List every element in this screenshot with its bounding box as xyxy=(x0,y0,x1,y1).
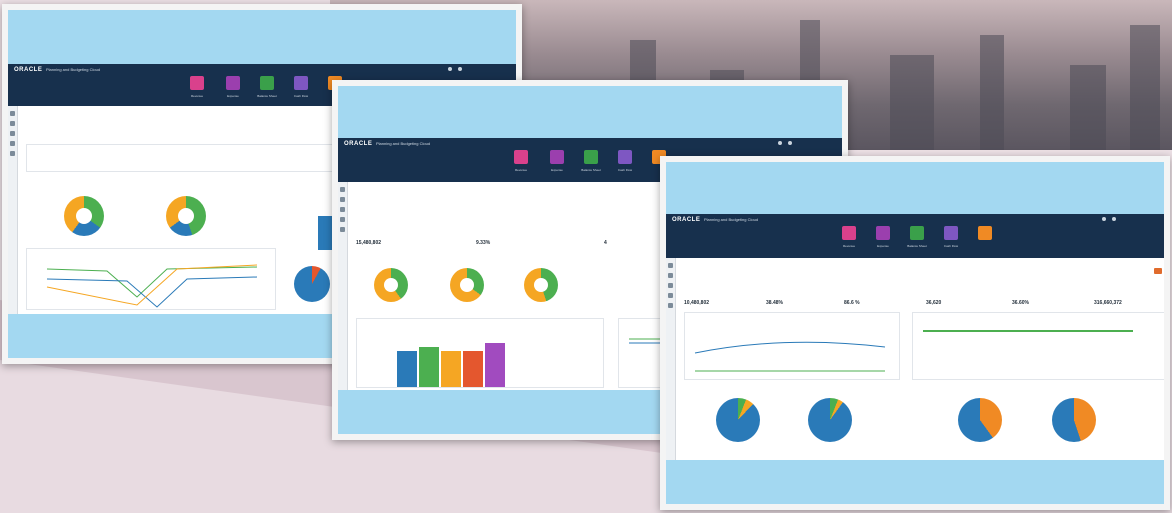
dashboard-content: 10,480,802 38.48% 86.6 % 36,620 36.60% 3… xyxy=(676,258,1164,460)
pie-chart-3 xyxy=(958,398,1002,442)
user-icon[interactable] xyxy=(458,67,462,71)
card-label-cash-flow: Cash Flow xyxy=(617,168,633,172)
pie-chart-3 xyxy=(294,266,330,302)
brand-logo: ORACLE xyxy=(14,67,43,73)
bar-5 xyxy=(485,343,505,387)
card-label-revenue: Revenue xyxy=(842,244,855,248)
pie-chart-2 xyxy=(808,398,852,442)
home-icon[interactable] xyxy=(778,141,782,145)
card-label-revenue: Revenue xyxy=(514,168,527,172)
top-band xyxy=(666,162,1164,214)
kpi-value-4: 36,620 xyxy=(926,300,942,306)
kpi-value-1: 10,480,802 xyxy=(684,300,710,306)
brand-logo: ORACLE xyxy=(672,217,701,223)
card-balance-sheet[interactable] xyxy=(584,150,598,164)
card-label-balance-sheet: Balance Sheet xyxy=(581,168,601,172)
kpi-value-1: 15,480,802 xyxy=(356,240,382,246)
card-label-expense: Expense xyxy=(877,244,889,248)
kpi-value-2: 38.48% xyxy=(766,300,783,306)
card-reports[interactable] xyxy=(978,226,992,240)
product-name: Planning and Budgeting Cloud xyxy=(46,67,101,72)
bottom-band xyxy=(666,460,1164,504)
product-name: Planning and Budgeting Cloud xyxy=(376,141,431,146)
card-cash-flow[interactable] xyxy=(294,76,308,90)
pie-chart-2 xyxy=(450,268,484,302)
top-band xyxy=(338,86,842,138)
user-icon[interactable] xyxy=(1112,217,1116,221)
kpi-value-6: 316,660,372 xyxy=(1094,300,1122,306)
trend-chart xyxy=(26,248,276,310)
left-rail xyxy=(338,182,348,390)
home-icon[interactable] xyxy=(448,67,452,71)
card-label-expense: Expense xyxy=(551,168,563,172)
pie-chart-1 xyxy=(716,398,760,442)
pie-chart-2 xyxy=(166,196,206,236)
card-label-cash-flow: Cash Flow xyxy=(943,244,959,248)
user-icon[interactable] xyxy=(788,141,792,145)
card-revenue[interactable] xyxy=(514,150,528,164)
bar-3 xyxy=(441,351,461,387)
card-label-revenue: Revenue xyxy=(190,94,203,98)
actions-button[interactable] xyxy=(1154,268,1162,274)
top-band xyxy=(8,10,516,64)
card-label-balance-sheet: Balance Sheet xyxy=(257,94,277,98)
trend-lines xyxy=(46,264,258,308)
card-expense[interactable] xyxy=(550,150,564,164)
card-label-expense: Expense xyxy=(227,94,239,98)
card-label-balance-sheet: Balance Sheet xyxy=(907,244,927,248)
bar-4 xyxy=(463,351,483,387)
card-balance-sheet[interactable] xyxy=(260,76,274,90)
dso-chart xyxy=(912,312,1164,380)
pie-chart-4 xyxy=(1052,398,1096,442)
trend-lines xyxy=(694,341,886,372)
card-label-cash-flow: Cash Flow xyxy=(293,94,309,98)
pie-chart-1 xyxy=(374,268,408,302)
working-capital-chart xyxy=(684,312,900,380)
pie-chart-1 xyxy=(64,196,104,236)
product-name: Planning and Budgeting Cloud xyxy=(704,217,759,222)
bar-chart xyxy=(356,318,604,388)
card-revenue[interactable] xyxy=(190,76,204,90)
brand-logo: ORACLE xyxy=(344,141,373,147)
card-expense[interactable] xyxy=(876,226,890,240)
bar-1 xyxy=(397,351,417,387)
left-rail xyxy=(666,258,676,460)
app-header: ORACLE Planning and Budgeting Cloud Reve… xyxy=(666,214,1164,258)
pie-chart-3 xyxy=(524,268,558,302)
card-cash-flow[interactable] xyxy=(944,226,958,240)
kpi-value-3: 86.6 % xyxy=(844,300,860,306)
card-expense[interactable] xyxy=(226,76,240,90)
trend-lines xyxy=(923,330,1133,332)
kpi-value-5: 36.60% xyxy=(1012,300,1029,306)
kpi-value-3: 4 xyxy=(604,240,607,246)
bar-2 xyxy=(419,347,439,387)
home-icon[interactable] xyxy=(1102,217,1106,221)
kpi-value-2: 9.33% xyxy=(476,240,491,246)
card-revenue[interactable] xyxy=(842,226,856,240)
screenshot-balance-sheet-dashboard: ORACLE Planning and Budgeting Cloud Reve… xyxy=(660,156,1170,510)
card-cash-flow[interactable] xyxy=(618,150,632,164)
left-rail xyxy=(8,106,18,314)
card-balance-sheet[interactable] xyxy=(910,226,924,240)
